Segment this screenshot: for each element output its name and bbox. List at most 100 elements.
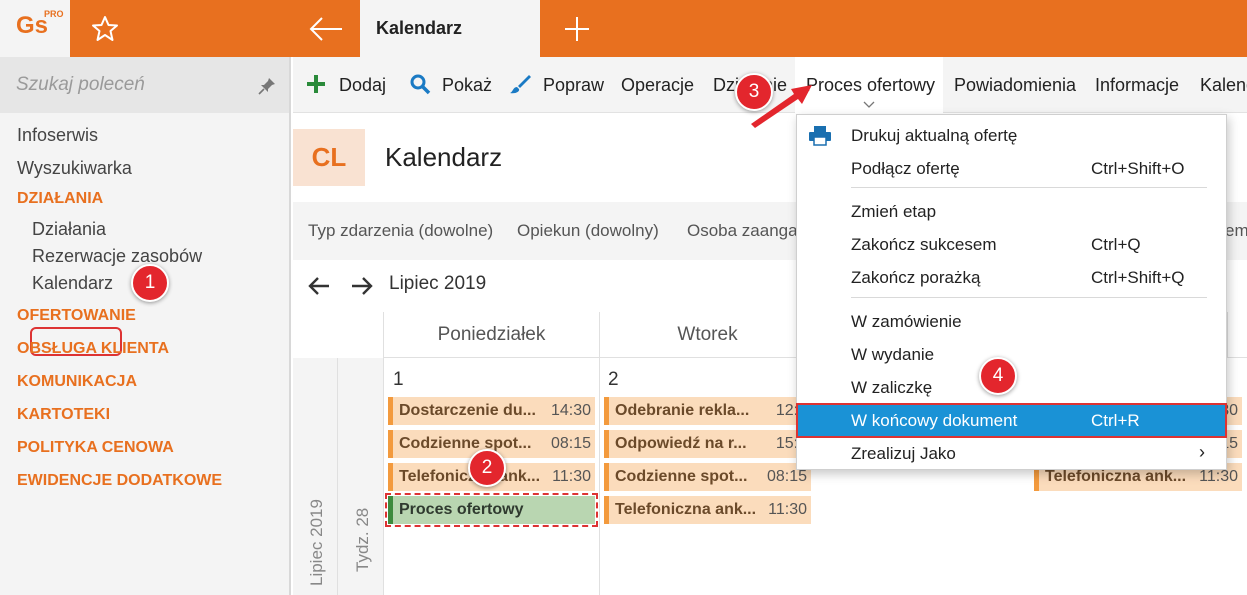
add-button[interactable]: Dodaj bbox=[339, 75, 386, 96]
command-search-input[interactable] bbox=[16, 71, 236, 99]
menu-item-finish-success[interactable]: Zakończ sukcesem Ctrl+Q bbox=[797, 228, 1226, 261]
column-tuesday: Wtorek bbox=[599, 312, 815, 358]
side-divider bbox=[337, 358, 338, 595]
menu-item-shortcut: Ctrl+Q bbox=[1091, 235, 1141, 254]
column-divider bbox=[599, 358, 600, 595]
edit-button[interactable]: Popraw bbox=[543, 75, 604, 96]
menu-item-label: W zamówienie bbox=[851, 312, 962, 331]
menu-item-change-stage[interactable]: Zmień etap bbox=[797, 195, 1226, 228]
menu-item-realize-as[interactable]: Zrealizuj Jako › bbox=[797, 437, 1226, 470]
app-logo[interactable]: Gs PRO bbox=[0, 0, 70, 57]
sidebar-item-wyszukiwarka[interactable]: Wyszukiwarka bbox=[17, 158, 132, 179]
previous-arrow-icon[interactable] bbox=[307, 275, 331, 297]
week-side-column: Lipiec 2019 Tydz. 28 bbox=[293, 358, 383, 595]
pin-icon[interactable] bbox=[258, 77, 276, 95]
sidebar-item-dzialania[interactable]: Działania bbox=[32, 219, 106, 240]
calendar-event[interactable]: Codzienne spot... 08:15 bbox=[604, 463, 811, 491]
page-title: Kalendarz bbox=[385, 142, 503, 172]
sidebar-item-kalendarz[interactable]: Kalendarz bbox=[32, 273, 113, 294]
sidebar-item-rezerwacje[interactable]: Rezerwacje zasobów bbox=[32, 246, 202, 267]
calendar-event[interactable]: Telefoniczna ank... 11:30 bbox=[604, 496, 811, 524]
menu-item-shortcut: Ctrl+Shift+O bbox=[1091, 159, 1185, 178]
logo-pro-label: PRO bbox=[44, 9, 64, 19]
event-title: Telefoniczna ank... bbox=[1045, 468, 1187, 485]
calendar-event[interactable]: Odpowiedź na r... 15:1 bbox=[604, 430, 811, 458]
menu-item-shortcut: Ctrl+Shift+Q bbox=[1091, 268, 1185, 287]
submenu-arrow-icon: › bbox=[1199, 442, 1205, 462]
filter-overflow[interactable]: em bbox=[1225, 221, 1247, 241]
event-title: Odpowiedź na r... bbox=[615, 435, 747, 452]
step-badge: 4 bbox=[979, 357, 1017, 395]
week-label: Tydz. 28 bbox=[353, 507, 372, 572]
sidebar-section-polityka-cenowa[interactable]: POLITYKA CENOWA bbox=[17, 439, 174, 457]
menu-separator bbox=[851, 297, 1207, 298]
event-time: 11:30 bbox=[768, 501, 807, 518]
back-arrow-icon[interactable] bbox=[306, 12, 346, 46]
offer-process-menu[interactable]: Proces ofertowy bbox=[806, 75, 935, 96]
menu-item-label: W końcowy dokument bbox=[851, 411, 1018, 430]
menu-item-label: W wydanie bbox=[851, 345, 935, 364]
sidebar: Infoserwis Wyszukiwarka DZIAŁANIA Działa… bbox=[0, 57, 291, 595]
step-badge: 2 bbox=[468, 449, 506, 487]
search-icon bbox=[410, 74, 431, 95]
day-number: 1 bbox=[393, 369, 404, 390]
day-number: 2 bbox=[608, 369, 619, 390]
menu-item-label: Zakończ porażką bbox=[851, 268, 981, 287]
menu-item-label: Zakończ sukcesem bbox=[851, 235, 997, 254]
calendar-event[interactable]: Odebranie rekla... 12:0 bbox=[604, 397, 811, 425]
menu-item-attach-offer[interactable]: Podłącz ofertę Ctrl+Shift+O bbox=[797, 152, 1226, 185]
calendar-event-selected[interactable]: Proces ofertowy bbox=[385, 493, 598, 527]
menu-item-label: Drukuj aktualną ofertę bbox=[851, 126, 1018, 145]
tab-kalendarz-label: Kalendarz bbox=[376, 18, 463, 38]
menu-item-label: Zrealizuj Jako bbox=[851, 444, 956, 463]
menu-item-label: W zaliczkę bbox=[851, 378, 933, 397]
command-search bbox=[0, 57, 289, 113]
menu-separator bbox=[851, 187, 1207, 188]
event-title: Dostarczenie du... bbox=[399, 402, 536, 419]
menu-item-finish-failure[interactable]: Zakończ porażką Ctrl+Shift+Q bbox=[797, 261, 1226, 294]
column-partial bbox=[1227, 312, 1247, 358]
current-month: Lipiec 2019 bbox=[389, 273, 487, 294]
sidebar-section-ewidencje[interactable]: EWIDENCJE DODATKOWE bbox=[17, 472, 222, 490]
menu-item-label: Podłącz ofertę bbox=[851, 159, 960, 178]
star-icon[interactable] bbox=[90, 14, 120, 44]
sidebar-item-infoserwis[interactable]: Infoserwis bbox=[17, 125, 98, 146]
show-button[interactable]: Pokaż bbox=[442, 75, 492, 96]
event-time: 08:15 bbox=[550, 435, 591, 452]
operations-menu[interactable]: Operacje bbox=[621, 75, 694, 96]
event-time: 14:30 bbox=[550, 402, 591, 419]
sidebar-section-dzialania[interactable]: DZIAŁANIA bbox=[17, 190, 103, 208]
event-title: Proces ofertowy bbox=[399, 501, 524, 518]
menu-item-label: Zmień etap bbox=[851, 202, 937, 221]
menu-item-to-order[interactable]: W zamówienie bbox=[797, 305, 1226, 338]
notifications-menu[interactable]: Powiadomienia bbox=[954, 75, 1076, 96]
new-tab-plus-icon[interactable] bbox=[560, 12, 594, 46]
next-arrow-icon[interactable] bbox=[350, 275, 374, 297]
menu-item-to-final-document[interactable]: W końcowy dokument Ctrl+R bbox=[796, 403, 1227, 438]
information-menu[interactable]: Informacje bbox=[1095, 75, 1179, 96]
filter-event-type[interactable]: Typ zdarzenia (dowolne) bbox=[308, 221, 493, 241]
top-bar: Gs PRO Kalendarz bbox=[0, 0, 1247, 57]
sidebar-section-obsluga-klienta[interactable]: OBSŁUGA KLIENTA bbox=[17, 340, 169, 358]
chevron-down-icon bbox=[863, 101, 875, 108]
side-month-label: Lipiec 2019 bbox=[307, 499, 326, 586]
filter-person[interactable]: Osoba zaanga bbox=[687, 221, 798, 241]
menu-item-shortcut: Ctrl+R bbox=[1091, 411, 1140, 430]
calendar-menu[interactable]: Kalend bbox=[1200, 75, 1247, 96]
sidebar-section-ofertowanie[interactable]: OFERTOWANIE bbox=[17, 307, 136, 325]
event-title: Odebranie rekla... bbox=[615, 402, 750, 419]
column-divider bbox=[383, 358, 384, 595]
step-badge: 1 bbox=[131, 264, 169, 302]
event-title: Telefoniczna ank... bbox=[615, 501, 757, 518]
module-badge: CL bbox=[293, 129, 365, 186]
printer-icon bbox=[809, 126, 831, 146]
calendar-event[interactable]: Dostarczenie du... 14:30 bbox=[388, 397, 595, 425]
menu-item-print-offer[interactable]: Drukuj aktualną ofertę bbox=[797, 119, 1226, 152]
sidebar-section-kartoteki[interactable]: KARTOTEKI bbox=[17, 406, 110, 424]
column-monday: Poniedziałek bbox=[383, 312, 599, 358]
filter-owner[interactable]: Opiekun (dowolny) bbox=[517, 221, 659, 241]
sidebar-section-komunikacja[interactable]: KOMUNIKACJA bbox=[17, 373, 137, 391]
tab-kalendarz[interactable]: Kalendarz bbox=[360, 0, 540, 57]
step-badge: 3 bbox=[735, 73, 773, 111]
offer-process-dropdown: Drukuj aktualną ofertę Podłącz ofertę Ct… bbox=[796, 114, 1227, 470]
